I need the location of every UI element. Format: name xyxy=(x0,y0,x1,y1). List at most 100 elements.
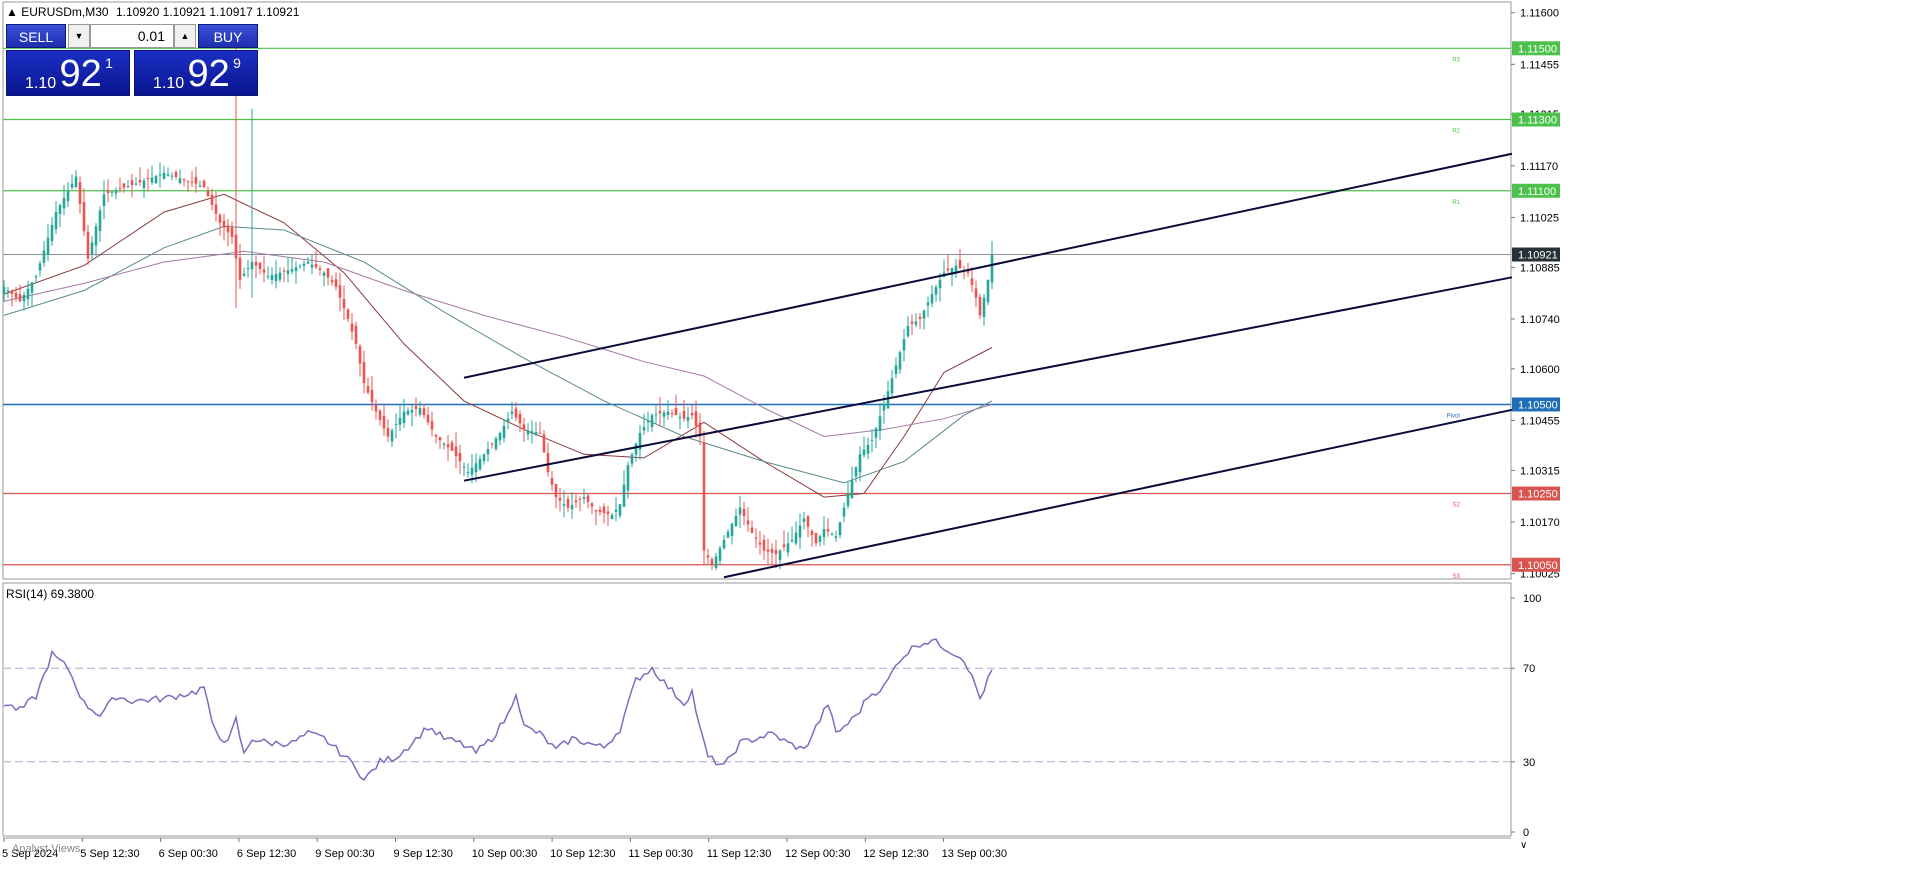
candle-body xyxy=(842,507,846,517)
buy-price[interactable]: 1.10 92 9 xyxy=(134,50,258,96)
sell-button[interactable]: SELL xyxy=(6,24,66,48)
time-axis[interactable]: 5 Sep 2024 5 Sep 12:30 6 Sep 00:30 6 Sep 12… xyxy=(2,837,1527,860)
scroll-marker-icon[interactable]: ∨ xyxy=(1520,840,1527,851)
candle-body xyxy=(182,179,186,181)
candle-body xyxy=(66,190,70,202)
candle-body xyxy=(810,530,814,536)
candle-body xyxy=(830,533,834,535)
candle-body xyxy=(514,408,518,418)
price-tick-label: 1.10885 xyxy=(1520,262,1560,274)
candle-body xyxy=(586,495,590,502)
candle-body xyxy=(774,550,778,555)
candle-body xyxy=(894,365,898,374)
candle-body xyxy=(382,415,386,429)
time-tick-label: 5 Sep 12:30 xyxy=(80,848,139,860)
candle xyxy=(978,293,982,319)
collapse-triangle-icon[interactable]: ▲ xyxy=(6,5,18,19)
candle-body xyxy=(82,202,86,232)
sell-price-point: 1 xyxy=(105,55,113,71)
candle-body xyxy=(298,265,302,267)
candle-body xyxy=(134,183,138,185)
candle-body xyxy=(802,518,806,522)
candle-body xyxy=(598,509,602,513)
candle-body xyxy=(362,362,366,384)
candle-body xyxy=(50,224,54,242)
candle-body xyxy=(494,438,498,449)
sell-price[interactable]: 1.10 92 1 xyxy=(6,50,130,96)
candle-body xyxy=(694,411,698,426)
buy-button[interactable]: BUY xyxy=(198,24,258,48)
candle-body xyxy=(498,432,502,441)
analyst-views-tab[interactable]: Analyst Views xyxy=(12,843,80,855)
rsi-panel-frame xyxy=(2,582,1512,837)
candle-body xyxy=(790,539,794,542)
candle-body xyxy=(278,272,282,280)
candle-body xyxy=(530,431,534,434)
candle-body xyxy=(46,237,50,255)
candle-body xyxy=(838,522,842,536)
candle-body xyxy=(210,194,214,206)
candle-body xyxy=(250,262,254,270)
candle-body xyxy=(926,302,930,306)
candle-body xyxy=(398,417,402,425)
candle-body xyxy=(190,181,194,183)
price-tick-label: 1.11025 xyxy=(1520,212,1559,224)
lot-size-input[interactable]: 0.01 xyxy=(90,24,174,48)
sell-price-pips: 92 xyxy=(59,53,102,95)
candle-body xyxy=(454,446,458,457)
candle-body xyxy=(390,430,394,442)
candle-body xyxy=(234,234,238,259)
candle-body xyxy=(326,268,330,278)
candle-body xyxy=(782,544,786,547)
candle-body xyxy=(122,183,126,188)
candle-body xyxy=(98,210,102,231)
rsi-panel[interactable]: 100 70 30 0 xyxy=(2,582,1541,839)
lot-decrease-icon[interactable]: ▼ xyxy=(68,24,90,48)
level-tag-pivot: 1.10500 xyxy=(1518,399,1558,411)
candle-body xyxy=(466,472,470,474)
candle-body xyxy=(730,523,734,537)
candle-body xyxy=(594,509,598,512)
current-price-tag: 1.10921 xyxy=(1518,250,1558,262)
candle xyxy=(154,174,158,184)
candle-body xyxy=(910,321,914,324)
candle-body xyxy=(58,205,62,215)
price-tick-label: 1.11455 xyxy=(1520,59,1559,71)
lot-increase-icon[interactable]: ▲ xyxy=(174,24,196,48)
candle-body xyxy=(542,434,546,453)
candle-body xyxy=(94,226,98,246)
symbol-label: EURUSDm,M30 xyxy=(21,5,109,19)
candle-body xyxy=(678,416,682,418)
candle-body xyxy=(762,539,766,551)
candle-body xyxy=(226,225,230,233)
candle-body xyxy=(878,416,882,432)
candle-body xyxy=(562,504,566,506)
candle-body xyxy=(310,264,314,268)
candle-body xyxy=(634,443,638,455)
candle-body xyxy=(986,279,990,303)
candle-body xyxy=(450,442,454,451)
candle-body xyxy=(858,454,862,473)
candle-body xyxy=(746,520,750,525)
candle-body xyxy=(590,503,594,507)
rsi-tick-label: 0 xyxy=(1523,827,1529,839)
level-name-r2: R2 xyxy=(1452,129,1460,135)
candle-body xyxy=(62,197,66,209)
candle-body xyxy=(254,261,258,266)
candle-body xyxy=(650,415,654,428)
candle-body xyxy=(742,508,746,517)
candle-body xyxy=(366,385,370,393)
time-tick-label: 11 Sep 00:30 xyxy=(628,848,693,860)
rsi-tick-label: 70 xyxy=(1523,663,1535,675)
level-tag-r2: 1.11300 xyxy=(1518,115,1557,127)
level-tag-s3: 1.10050 xyxy=(1518,560,1558,572)
candle-body xyxy=(266,276,270,278)
candle-body xyxy=(710,559,714,565)
candle-body xyxy=(290,269,294,272)
candle-body xyxy=(686,416,690,421)
chart-canvas[interactable]: R3R2R1PivotS2S3 1.116001.114551.113151.1… xyxy=(0,0,1916,874)
candle-body xyxy=(434,434,438,437)
candle xyxy=(986,279,990,306)
candle-body xyxy=(526,430,530,435)
price-tick-label: 1.11170 xyxy=(1520,161,1558,173)
